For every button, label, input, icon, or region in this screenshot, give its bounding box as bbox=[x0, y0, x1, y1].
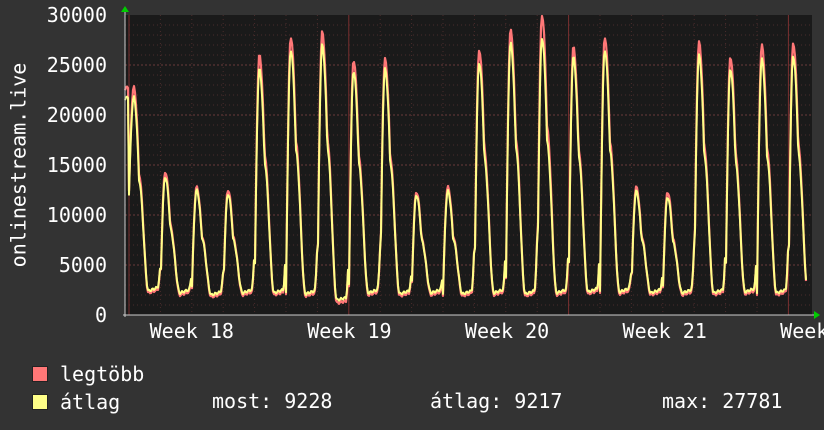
y-tick-label: 25000 bbox=[47, 53, 107, 77]
stat-maximum: max: 27781 bbox=[662, 389, 782, 413]
stat-maximum-label: max: bbox=[662, 389, 711, 413]
legend-label-avg: átlag bbox=[60, 390, 121, 414]
legend-swatch-max bbox=[32, 366, 48, 382]
legend-item-avg: átlag bbox=[32, 390, 120, 414]
y-tick-label: 5000 bbox=[59, 253, 107, 277]
x-tick-label: Week 21 bbox=[623, 319, 707, 343]
stat-average-value: 9217 bbox=[514, 389, 563, 413]
y-axis-arrow bbox=[121, 6, 129, 12]
y-tick-label: 10000 bbox=[47, 203, 107, 227]
stat-average: átlag: 9217 bbox=[430, 389, 562, 413]
stat-current-label: most: bbox=[212, 389, 273, 413]
x-tick-label: Week 20 bbox=[465, 319, 549, 343]
stat-current-value: 9228 bbox=[284, 389, 333, 413]
y-tick-label: 0 bbox=[95, 303, 107, 327]
stat-maximum-value: 27781 bbox=[722, 389, 783, 413]
x-tick-label: Week 22 bbox=[780, 319, 824, 343]
legend-label-max: legtöbb bbox=[60, 362, 145, 386]
y-tick-label: 20000 bbox=[47, 103, 107, 127]
y-tick-label: 30000 bbox=[47, 3, 107, 27]
x-axis-arrow bbox=[814, 311, 820, 319]
stat-current: most: 9228 bbox=[212, 389, 332, 413]
legend-swatch-avg bbox=[32, 394, 48, 410]
x-tick-label: Week 19 bbox=[307, 319, 391, 343]
x-tick-label: Week 18 bbox=[150, 319, 234, 343]
y-axis-label: onlinestream.live bbox=[7, 63, 31, 268]
y-tick-label: 15000 bbox=[47, 153, 107, 177]
legend-item-max: legtöbb bbox=[32, 362, 144, 386]
stat-average-label: átlag: bbox=[430, 389, 503, 413]
plot-background bbox=[125, 15, 812, 315]
